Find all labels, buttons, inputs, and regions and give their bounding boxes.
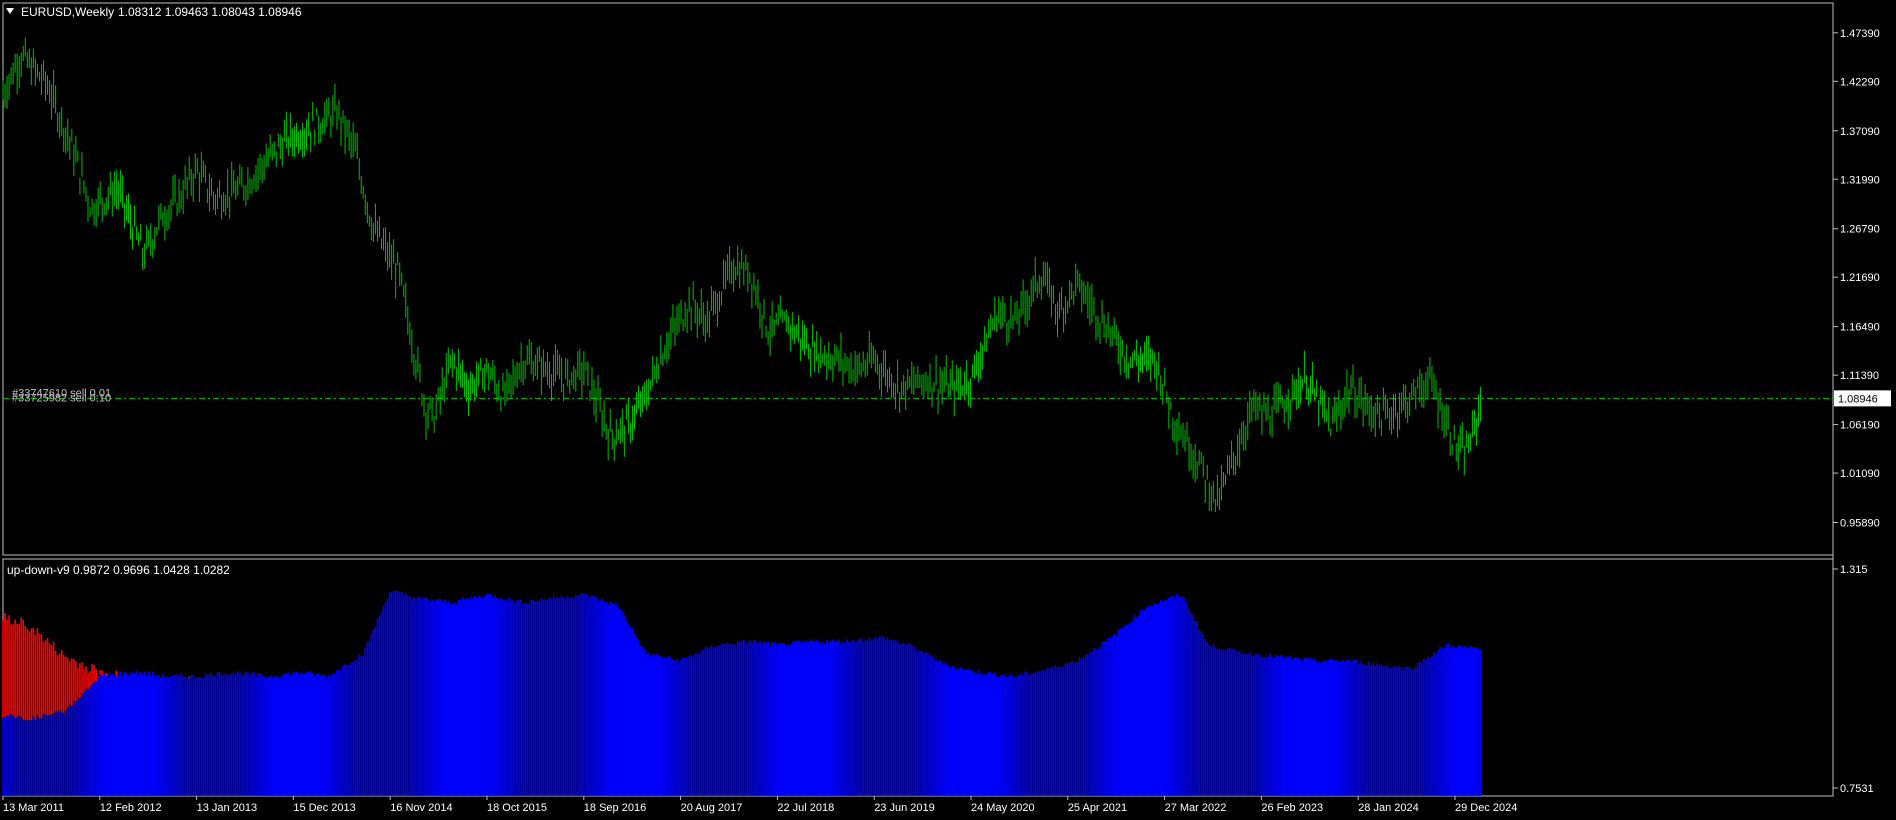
price-tick-label: 1.01090 xyxy=(1840,468,1880,480)
time-tick-label: 18 Sep 2016 xyxy=(584,802,646,814)
triangle-down-icon[interactable] xyxy=(6,8,14,14)
indicator-scale-min: 0.7531 xyxy=(1840,783,1874,795)
time-tick-label: 16 Nov 2014 xyxy=(390,802,452,814)
current-price-label: 1.08946 xyxy=(1838,393,1878,405)
indicator-scale-max: 1.315 xyxy=(1840,564,1868,576)
time-tick-label: 20 Aug 2017 xyxy=(681,802,743,814)
time-tick-label: 26 Feb 2023 xyxy=(1261,802,1323,814)
time-tick-label: 23 Jun 2019 xyxy=(874,802,935,814)
time-tick-label: 12 Feb 2012 xyxy=(100,802,162,814)
time-tick-label: 24 May 2020 xyxy=(971,802,1035,814)
indicator-title: up-down-v9 0.9872 0.9696 1.0428 1.0282 xyxy=(7,563,230,577)
time-tick-label: 28 Jan 2024 xyxy=(1358,802,1419,814)
price-tick-label: 1.21690 xyxy=(1840,272,1880,284)
price-tick-label: 1.16490 xyxy=(1840,322,1880,334)
price-tick-label: 1.06190 xyxy=(1840,420,1880,432)
price-tick-label: 0.95890 xyxy=(1840,518,1880,530)
time-tick-label: 25 Apr 2021 xyxy=(1068,802,1127,814)
price-tick-label: 1.26790 xyxy=(1840,224,1880,236)
order-label-2[interactable]: #33725982 sell 0.10 xyxy=(12,392,111,404)
time-tick-label: 18 Oct 2015 xyxy=(487,802,547,814)
time-tick-label: 13 Jan 2013 xyxy=(197,802,258,814)
time-axis-ticks: 13 Mar 2011 12 Feb 2012 13 Jan 2013 15 Dec … xyxy=(2,796,1517,814)
time-tick-label: 15 Dec 2013 xyxy=(293,802,355,814)
price-tick-label: 1.42290 xyxy=(1840,76,1880,88)
indicator-histogram xyxy=(2,590,1482,796)
symbol-title: EURUSD,Weekly xyxy=(21,5,114,19)
time-tick-label: 29 Dec 2024 xyxy=(1455,802,1517,814)
time-tick-label: 13 Mar 2011 xyxy=(3,802,64,814)
price-tick-label: 1.31990 xyxy=(1840,174,1880,186)
price-tick-label: 1.47390 xyxy=(1840,28,1880,40)
price-bars xyxy=(2,37,1482,512)
time-tick-label: 22 Jul 2018 xyxy=(777,802,834,814)
price-tick-label: 1.11390 xyxy=(1840,370,1879,382)
price-axis-ticks: 1.47390 1.42290 1.37090 1.31990 1.26790 1.216… xyxy=(1833,28,1880,530)
price-panel-frame xyxy=(2,2,1834,556)
ohlc-values: 1.08312 1.09463 1.08043 1.08946 xyxy=(118,5,302,19)
time-tick-label: 27 Mar 2022 xyxy=(1165,802,1227,814)
price-tick-label: 1.37090 xyxy=(1840,126,1880,138)
chart-canvas: 1.47390 1.42290 1.37090 1.31990 1.26790 1.216… xyxy=(2,2,1891,814)
